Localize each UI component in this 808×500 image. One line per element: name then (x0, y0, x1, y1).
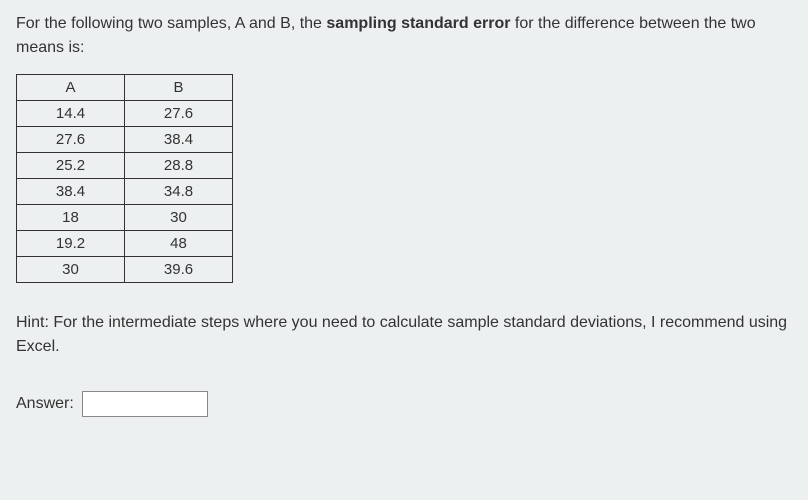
table-cell: 18 (17, 205, 125, 231)
data-table: A B 14.4 27.6 27.6 38.4 25.2 28.8 38.4 3… (16, 74, 233, 283)
hint-text: Hint: For the intermediate steps where y… (16, 311, 792, 359)
table-row: 38.4 34.8 (17, 179, 233, 205)
table-cell: 14.4 (17, 101, 125, 127)
table-row: 18 30 (17, 205, 233, 231)
table-cell: 28.8 (125, 153, 233, 179)
table-cell: 19.2 (17, 231, 125, 257)
table-cell: 27.6 (125, 101, 233, 127)
table-row: 25.2 28.8 (17, 153, 233, 179)
table-cell: 34.8 (125, 179, 233, 205)
table-header-cell: A (17, 75, 125, 101)
table-row: 30 39.6 (17, 257, 233, 283)
table-cell: 25.2 (17, 153, 125, 179)
question-prefix: For the following two samples, A and B, … (16, 15, 326, 32)
table-cell: 30 (125, 205, 233, 231)
table-row: 19.2 48 (17, 231, 233, 257)
table-cell: 39.6 (125, 257, 233, 283)
question-text: For the following two samples, A and B, … (16, 12, 792, 60)
question-bold: sampling standard error (326, 15, 510, 32)
table-cell: 27.6 (17, 127, 125, 153)
answer-input[interactable] (82, 391, 208, 417)
table-cell: 48 (125, 231, 233, 257)
table-cell: 38.4 (17, 179, 125, 205)
table-cell: 30 (17, 257, 125, 283)
table-row: 14.4 27.6 (17, 101, 233, 127)
table-row: 27.6 38.4 (17, 127, 233, 153)
table-header-row: A B (17, 75, 233, 101)
answer-row: Answer: (16, 391, 792, 417)
table-cell: 38.4 (125, 127, 233, 153)
table-header-cell: B (125, 75, 233, 101)
answer-label: Answer: (16, 395, 74, 413)
